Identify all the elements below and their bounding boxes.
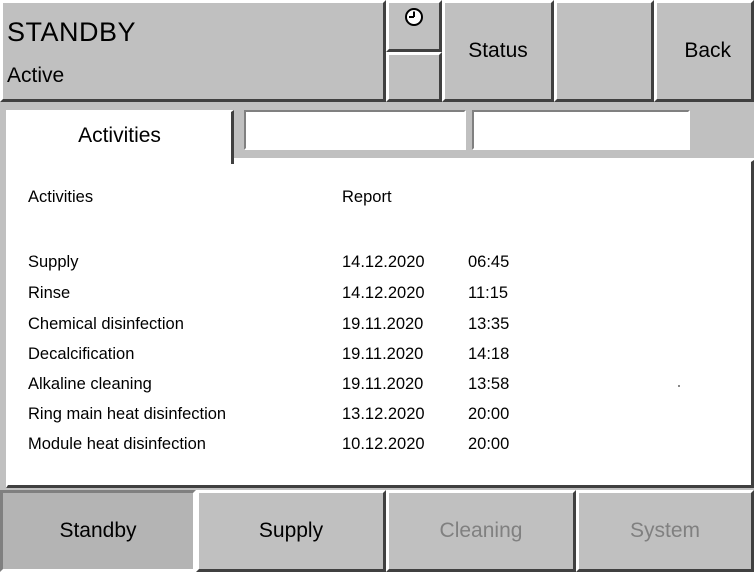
row-activity: Decalcification xyxy=(28,345,135,363)
blank-header-button[interactable] xyxy=(554,0,654,102)
machine-substate: Active xyxy=(7,64,65,87)
stray-pixel xyxy=(678,385,680,387)
row-date: 14.12.2020 xyxy=(342,253,425,271)
row-time: 06:45 xyxy=(468,253,510,271)
header-report: Report xyxy=(342,188,392,206)
tab-empty-2[interactable] xyxy=(244,110,466,150)
row-date: 13.12.2020 xyxy=(342,405,425,423)
row-time: 14:18 xyxy=(468,345,510,363)
row-time: 11:15 xyxy=(468,284,509,302)
nav-system-button[interactable]: System xyxy=(576,490,754,572)
row-date: 19.11.2020 xyxy=(342,345,424,363)
row-activity: Chemical disinfection xyxy=(28,315,184,333)
header-bar: STANDBY Active Status Back xyxy=(0,0,754,102)
nav-supply-button[interactable]: Supply xyxy=(196,490,386,572)
status-button[interactable]: Status xyxy=(442,0,554,102)
row-activity: Rinse xyxy=(28,284,71,302)
clock-icon xyxy=(405,8,423,26)
row-date: 19.11.2020 xyxy=(342,375,424,393)
header-activities: Activities xyxy=(28,188,94,206)
bottom-nav: Standby Supply Cleaning System xyxy=(0,490,754,572)
tab-baseline xyxy=(234,158,754,160)
row-activity: Module heat disinfection xyxy=(28,435,206,453)
row-time: 13:58 xyxy=(468,375,510,393)
clock-button[interactable] xyxy=(386,0,442,52)
nav-standby-button[interactable]: Standby xyxy=(0,490,196,572)
row-time: 20:00 xyxy=(468,405,510,423)
row-activity: Alkaline cleaning xyxy=(28,375,152,393)
row-activity: Supply xyxy=(28,253,79,271)
row-activity: Ring main heat disinfection xyxy=(28,405,227,423)
row-time: 13:35 xyxy=(468,315,510,333)
row-date: 14.12.2020 xyxy=(342,284,425,302)
header-spacer-cell xyxy=(386,52,442,102)
row-date: 10.12.2020 xyxy=(342,435,425,453)
back-button[interactable]: Back xyxy=(654,0,754,102)
tab-empty-3[interactable] xyxy=(472,110,690,150)
tab-activities[interactable]: Activities xyxy=(6,110,234,164)
nav-cleaning-button[interactable]: Cleaning xyxy=(386,490,576,572)
row-date: 19.11.2020 xyxy=(342,315,424,333)
state-display: STANDBY Active xyxy=(0,0,386,102)
row-time: 20:00 xyxy=(468,435,510,453)
machine-state: STANDBY xyxy=(7,17,137,47)
